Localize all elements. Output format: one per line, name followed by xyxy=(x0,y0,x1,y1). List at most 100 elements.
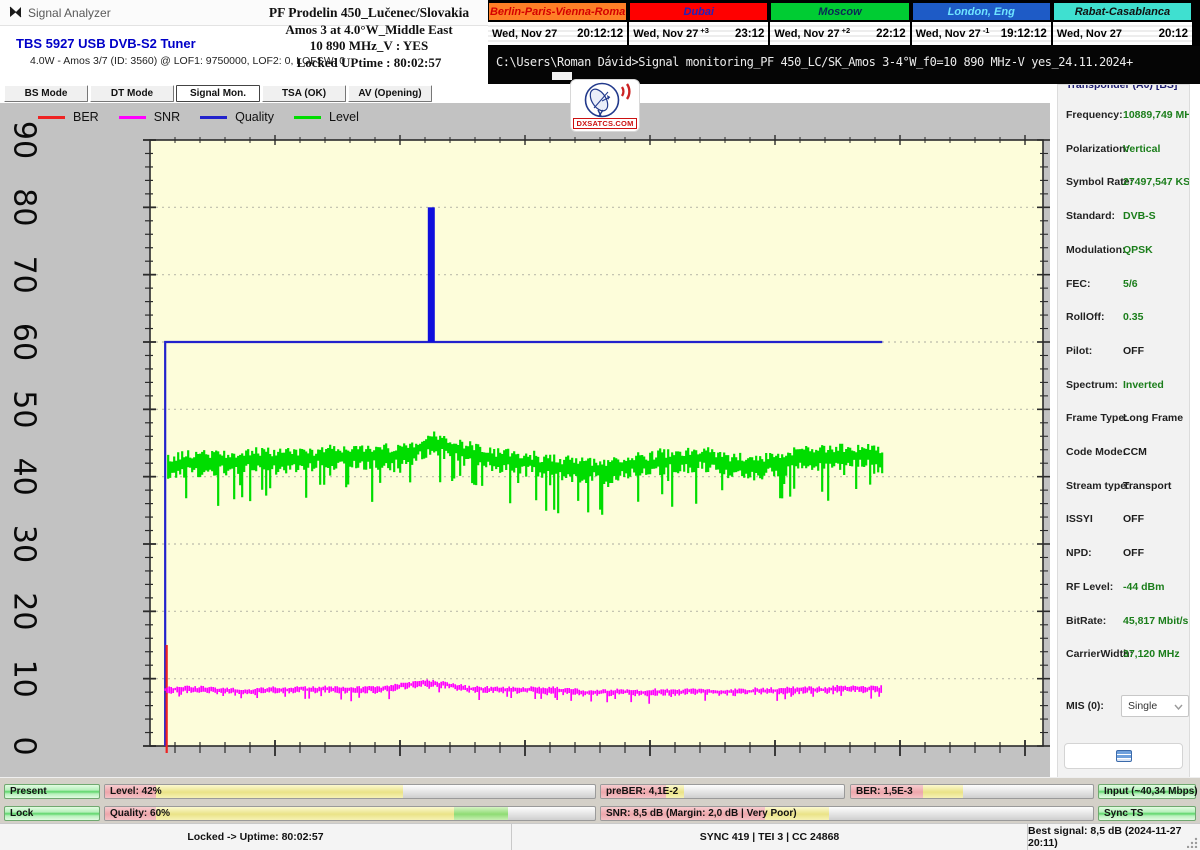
tp-label: FEC: xyxy=(1066,278,1091,290)
clock-city: Berlin-Paris-Vienna-Roma xyxy=(488,2,627,21)
clocks-terminal-block: Berlin-Paris-Vienna-RomaWed, Nov 2720:12… xyxy=(488,0,1200,84)
legend-swatch xyxy=(119,116,146,119)
tp-value: Vertical xyxy=(1123,143,1160,155)
quality-spike xyxy=(428,207,435,342)
site-header-line4: Locked UPtime : 80:02:57 xyxy=(250,55,488,72)
tp-label: Pilot: xyxy=(1066,345,1092,357)
tp-value: OFF xyxy=(1123,345,1144,357)
legend-label: BER xyxy=(73,110,99,124)
tp-row-modulation-: Modulation:QPSK xyxy=(1066,244,1185,258)
clock-date: Wed, Nov 27 xyxy=(774,28,839,40)
tp-label: Polarization: xyxy=(1066,143,1129,155)
mis-value: Single xyxy=(1128,700,1157,712)
tp-label: Code Mode: xyxy=(1066,446,1126,458)
world-clocks: Berlin-Paris-Vienna-RomaWed, Nov 2720:12… xyxy=(488,2,1192,46)
clock-utc-offset: +3 xyxy=(700,26,709,35)
site-header: PF Prodelin 450_Lučenec/Slovakia Amos 3 … xyxy=(250,5,488,71)
sync-ts-badge: Sync TS xyxy=(1098,806,1196,821)
tp-row-code-mode-: Code Mode:CCM xyxy=(1066,446,1185,460)
tp-value: Long Frame xyxy=(1123,412,1183,424)
clock-1: Berlin-Paris-Vienna-Roma Wed, Nov 27 20:12… xyxy=(488,2,627,46)
ber-meter: BER: 1,5E-3 xyxy=(850,784,1094,799)
transponder-panel: Transponder (A0) [BS] Frequency:10889,74… xyxy=(1057,84,1190,778)
mis-dropdown[interactable]: Single xyxy=(1121,695,1189,717)
tp-row-frame-type-: Frame Type:Long Frame xyxy=(1066,412,1185,426)
clock-city: Moscow xyxy=(770,2,909,21)
legend-item-snr: SNR xyxy=(119,110,180,124)
clock-time: 22:12 xyxy=(876,28,905,40)
tp-label: Standard: xyxy=(1066,210,1115,222)
save-button[interactable] xyxy=(1064,743,1183,769)
terminal-cursor xyxy=(552,72,572,80)
tp-row-pilot-: Pilot: OFF xyxy=(1066,345,1185,359)
tp-label: Stream type: xyxy=(1066,480,1130,492)
site-header-line3: 10 890 MHz_V : YES xyxy=(250,38,488,55)
clock-3: Moscow Wed, Nov 27+2 22:12 xyxy=(770,2,909,46)
clock-time: 20:12:12 xyxy=(577,28,623,40)
y-axis-label: 0 xyxy=(7,736,42,755)
y-axis-label: 40 xyxy=(7,458,42,496)
tp-value: 5/6 xyxy=(1123,278,1138,290)
clock-2: DubaiWed, Nov 27+323:12 xyxy=(629,2,768,46)
status-best-signal: Best signal: 8,5 dB (2024-11-27 20:11) xyxy=(1028,824,1200,850)
tp-row-fec-: FEC: 5/6 xyxy=(1066,278,1185,292)
legend-label: SNR xyxy=(154,110,180,124)
tab-bs-mode[interactable]: BS Mode xyxy=(4,85,88,102)
legend-swatch xyxy=(294,116,321,119)
clock-date: Wed, Nov 27 xyxy=(633,28,698,40)
tp-label: RollOff: xyxy=(1066,311,1105,323)
app-icon xyxy=(8,5,23,20)
chart-legend: BERSNRQualityLevel xyxy=(38,110,359,124)
satellite-dish-icon xyxy=(572,80,638,120)
snr-meter: SNR: 8,5 dB (Margin: 2,0 dB | Very Poor) xyxy=(600,806,1094,821)
legend-label: Quality xyxy=(235,110,274,124)
terminal-prompt: C:\Users\Roman Dávid>Signal monitoring_P… xyxy=(496,55,1133,69)
tp-value: -44 dBm xyxy=(1123,581,1164,593)
meter-label: BER: 1,5E-3 xyxy=(856,786,913,797)
tp-label: RF Level: xyxy=(1066,581,1113,593)
clock-time-row: Wed, Nov 27 20:12:12 xyxy=(488,22,627,45)
tp-row-issyi: ISSYIOFF xyxy=(1066,513,1185,527)
quality-meter: Quality: 60% xyxy=(104,806,596,821)
y-axis-label: 10 xyxy=(7,660,42,698)
clock-city: London, Eng xyxy=(912,2,1051,21)
status-sync-counters: SYNC 419 | TEI 3 | CC 24868 xyxy=(512,824,1028,850)
tp-row-standard-: Standard:DVB-S xyxy=(1066,210,1185,224)
clock-date: Wed, Nov 27 xyxy=(492,28,557,40)
tp-label: Frequency: xyxy=(1066,109,1123,121)
chevron-down-icon xyxy=(1174,704,1183,710)
meter-label: Quality: 60% xyxy=(110,808,170,819)
tp-label: Modulation: xyxy=(1066,244,1125,256)
present-badge: Present xyxy=(4,784,100,799)
tp-row-rolloff-: RollOff:0.35 xyxy=(1066,311,1185,325)
clock-date: Wed, Nov 27 xyxy=(1057,28,1122,40)
mode-tabs: BS ModeDT ModeSignal Mon.TSA (OK)AV (Ope… xyxy=(4,85,432,102)
tp-row-carrierwidth-: CarrierWidth:37,120 MHz xyxy=(1066,648,1185,662)
tp-value: OFF xyxy=(1123,547,1144,559)
tp-row-stream-type-: Stream type:Transport xyxy=(1066,480,1185,494)
tab-signal-mon-[interactable]: Signal Mon. xyxy=(176,85,260,102)
clock-utc-offset: -1 xyxy=(983,26,990,35)
clock-5: Rabat-CasablancaWed, Nov 2720:12 xyxy=(1053,2,1192,46)
tp-row-frequency-: Frequency:10889,749 MHz xyxy=(1066,109,1185,123)
y-axis-label: 70 xyxy=(7,256,42,294)
legend-item-ber: BER xyxy=(38,110,99,124)
legend-item-quality: Quality xyxy=(200,110,274,124)
meter-segment-yellow xyxy=(156,785,402,798)
tab-tsa-ok-[interactable]: TSA (OK) xyxy=(262,85,346,102)
tp-value: OFF xyxy=(1123,513,1144,525)
resize-grip[interactable] xyxy=(1187,837,1198,848)
tab-av-opening-[interactable]: AV (Opening) xyxy=(348,85,432,102)
meters-area: Present Level: 42% preBER: 4,1E-2 BER: 1… xyxy=(0,777,1200,823)
tp-value: QPSK xyxy=(1123,244,1153,256)
tp-value: 37,120 MHz xyxy=(1123,648,1180,660)
y-axis-label: 20 xyxy=(6,592,41,630)
y-axis-label: 80 xyxy=(7,188,42,226)
meter-label: preBER: 4,1E-2 xyxy=(606,786,678,797)
clock-utc-offset: +2 xyxy=(842,26,851,35)
save-icon xyxy=(1116,750,1132,762)
tab-dt-mode[interactable]: DT Mode xyxy=(90,85,174,102)
tp-label: NPD: xyxy=(1066,547,1092,559)
clock-time-row: Wed, Nov 2720:12 xyxy=(1053,22,1192,45)
clock-time: 23:12 xyxy=(735,28,764,40)
